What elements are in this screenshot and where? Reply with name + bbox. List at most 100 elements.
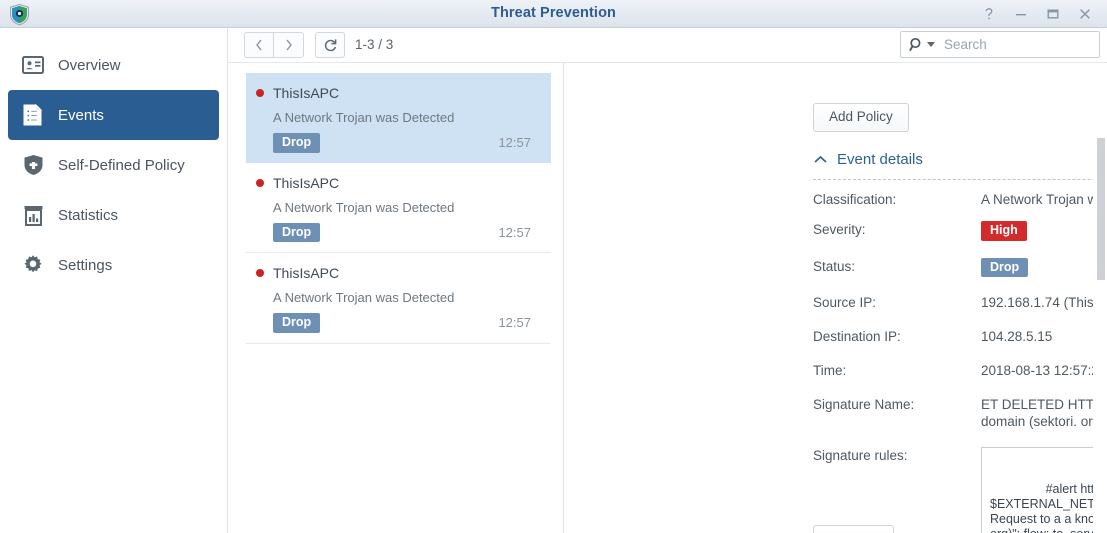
signature-rules-text: #alert http $HOME_NET any -> $EXTERNAL_N… (990, 482, 1107, 533)
shield-icon (20, 152, 46, 178)
main-content: 1-3 / 3 Search ThisIsAPC A Network Troja… (228, 28, 1107, 533)
field-label: Signature Name: (813, 397, 915, 412)
event-time: 12:57 (498, 315, 531, 331)
field-value: 2018-08-13 12:57:22 (981, 363, 1107, 378)
window-controls (973, 0, 1101, 28)
sidebar-item-settings[interactable]: Settings (8, 240, 219, 290)
event-list-item[interactable]: ThisIsAPC A Network Trojan was Detected … (246, 253, 551, 344)
event-list: ThisIsAPC A Network Trojan was Detected … (228, 63, 564, 533)
severity-badge: High (981, 221, 1027, 241)
field-classification: Classification: A Network Trojan was Det… (813, 191, 1107, 208)
field-severity: Severity: High (813, 221, 1107, 241)
event-title-row: ThisIsAPC (256, 175, 541, 191)
window-title: Threat Prevention (491, 5, 616, 21)
maximize-button[interactable] (1037, 0, 1069, 28)
pagination-label: 1-3 / 3 (355, 37, 394, 52)
list-document-icon (20, 102, 46, 128)
event-time: 12:57 (498, 224, 531, 240)
sidebar-item-label: Self-Defined Policy (58, 156, 185, 174)
bar-chart-icon (20, 202, 46, 228)
field-time: Time: 2018-08-13 12:57:22 (813, 362, 1107, 379)
status-badge: Drop (273, 313, 321, 333)
field-label: Severity: (813, 222, 866, 237)
minimize-button[interactable] (1005, 0, 1037, 28)
chevron-left-icon (256, 39, 262, 51)
section-title: Event details (837, 151, 923, 168)
next-page-button[interactable] (274, 32, 304, 58)
toolbar: 1-3 / 3 Search (228, 28, 1107, 63)
chevron-right-icon (285, 39, 292, 51)
severity-dot-icon (256, 269, 264, 277)
status-badge: Drop (273, 222, 321, 242)
signature-rules-textarea[interactable]: #alert http $HOME_NET any -> $EXTERNAL_N… (981, 447, 1107, 533)
toolbar-buttons (244, 32, 345, 58)
sidebar-item-events[interactable]: Events (8, 90, 219, 140)
event-details-panel: Add Policy Event details Classification:… (565, 63, 1107, 533)
sidebar-item-statistics[interactable]: Statistics (8, 190, 219, 240)
field-value: 104.28.5.15 (981, 329, 1053, 344)
field-signature-name: Signature Name: ET DELETED HTTP Request … (813, 396, 1107, 430)
field-label: Status: (813, 258, 856, 274)
field-label: Destination IP: (813, 329, 901, 344)
section-divider (813, 179, 1107, 180)
event-footer: Drop 12:57 (273, 133, 541, 153)
severity-dot-icon (256, 89, 264, 97)
event-description: A Network Trojan was Detected (273, 110, 455, 125)
close-button[interactable] (1069, 0, 1101, 28)
detail-panel-scrollbar[interactable] (1093, 63, 1107, 533)
status-badge: Drop (273, 133, 321, 153)
event-list-item[interactable]: ThisIsAPC A Network Trojan was Detected … (246, 73, 551, 163)
severity-dot-icon (256, 178, 264, 187)
sidebar: Overview Events Self-Defined Policy Stat… (0, 28, 228, 533)
field-label: Classification: (813, 192, 897, 207)
search-filter-caret-icon[interactable] (927, 42, 935, 47)
detail-panel-scroll-thumb[interactable] (1097, 138, 1105, 280)
event-footer: Drop 12:57 (273, 222, 541, 242)
field-value: ET DELETED HTTP Request to a a known mal… (981, 397, 1107, 429)
threat-prevention-window: Threat Prevention Overview Events Self-D… (0, 0, 1107, 533)
id-card-icon (20, 52, 46, 78)
event-host-name: ThisIsAPC (273, 174, 340, 191)
field-signature-rules: Signature rules: #alert http $HOME_NET a… (813, 447, 1107, 533)
event-host-name: ThisIsAPC (273, 265, 340, 281)
detail-fields: Classification: A Network Trojan was Det… (813, 191, 1107, 533)
field-label: Source IP: (813, 295, 877, 310)
event-title-row: ThisIsAPC (256, 265, 541, 281)
search-box[interactable]: Search (900, 31, 1100, 58)
chevron-up-icon[interactable] (813, 154, 828, 165)
field-source-ip: Source IP: 192.168.1.74 (ThisIsAPC) (813, 294, 1107, 311)
event-list-item[interactable]: ThisIsAPC A Network Trojan was Detected … (246, 163, 551, 253)
refresh-button[interactable] (315, 32, 345, 58)
help-button[interactable] (973, 0, 1005, 28)
field-label: Signature rules: (813, 448, 908, 463)
field-destination-ip: Destination IP: 104.28.5.15 (813, 328, 1107, 345)
field-value: Drop (981, 257, 1107, 277)
copy-all-button[interactable]: Copy all (813, 525, 894, 533)
field-value: A Network Trojan was Detected (981, 192, 1107, 207)
event-time: 12:57 (498, 135, 531, 151)
previous-page-button[interactable] (244, 32, 274, 58)
search-input[interactable]: Search (944, 37, 987, 52)
sidebar-item-label: Events (58, 106, 104, 124)
field-label: Time: (813, 363, 847, 378)
field-value: #alert http $HOME_NET any -> $EXTERNAL_N… (981, 447, 1107, 533)
gear-icon (20, 252, 46, 278)
event-host-name: ThisIsAPC (273, 85, 340, 101)
sidebar-item-label: Overview (58, 56, 121, 74)
search-icon (909, 37, 924, 52)
event-details-section-header[interactable]: Event details (813, 151, 1107, 168)
event-title-row: ThisIsAPC (256, 85, 541, 101)
event-description: A Network Trojan was Detected (273, 290, 455, 305)
sidebar-item-label: Statistics (58, 206, 119, 224)
add-policy-button[interactable]: Add Policy (813, 103, 909, 132)
field-status: Status: Drop (813, 257, 1107, 277)
field-value: 192.168.1.74 (ThisIsAPC) (981, 295, 1107, 310)
event-footer: Drop 12:57 (273, 313, 541, 333)
refresh-icon (324, 38, 336, 51)
sidebar-item-label: Settings (58, 256, 113, 274)
field-value: High (981, 221, 1107, 241)
status-badge: Drop (981, 257, 1029, 277)
title-bar: Threat Prevention (0, 0, 1107, 28)
sidebar-item-self-defined-policy[interactable]: Self-Defined Policy (8, 140, 219, 190)
sidebar-item-overview[interactable]: Overview (8, 40, 219, 90)
